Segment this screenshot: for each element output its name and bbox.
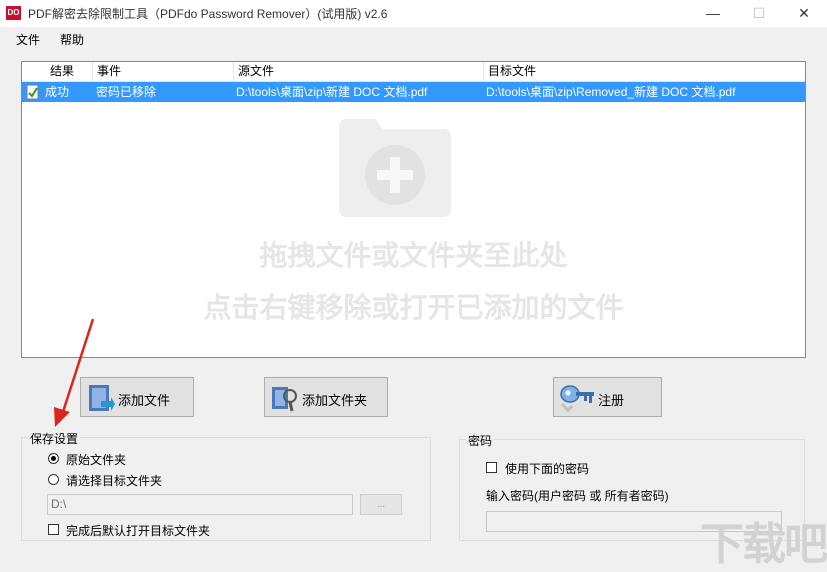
row-event: 密码已移除 [96,85,157,99]
row-source: D:\tools\桌面\zip\新建 DOC 文档.pdf [236,85,428,99]
file-list[interactable]: 结果 事件 源文件 目标文件 成功 密码已移除 D:\tools\桌面\zip\… [21,61,806,358]
add-folder-icon [272,387,297,412]
menu-bar [0,27,827,51]
row-status: 成功 [45,85,70,99]
column-header-target[interactable]: 目标文件 [484,62,805,81]
table-row[interactable]: 成功 密码已移除 D:\tools\桌面\zip\新建 DOC 文档.pdf D… [22,82,805,102]
register-button[interactable]: 注册 [553,377,662,417]
add-folder-button[interactable]: 添加文件夹 [264,377,388,417]
column-header-source[interactable]: 源文件 [234,62,484,81]
menu-help[interactable]: 帮助 [60,31,84,48]
use-password-checkbox[interactable] [486,462,497,473]
drop-hint-line-2: 点击右键移除或打开已添加的文件 [203,292,624,323]
register-label: 注册 [598,393,625,408]
radio-original-folder[interactable] [48,453,59,464]
row-target: D:\tools\桌面\zip\Removed_新建 DOC 文档.pdf [486,85,736,99]
menu-file[interactable]: 文件 [16,31,40,48]
success-doc-icon [26,84,39,100]
add-folder-label: 添加文件夹 [302,393,368,408]
key-icon [560,385,594,412]
password-title: 密码 [466,432,495,449]
maximize-button[interactable]: ☐ [736,0,782,27]
app-icon: DO [6,6,21,20]
target-folder-path: D:\ [47,494,353,515]
column-header-event[interactable]: 事件 [93,62,234,81]
column-header-result[interactable]: 结果 [46,62,93,81]
drop-hint-line-1: 拖拽文件或文件夹至此处 [259,240,568,271]
red-annotation-arrow [54,318,95,427]
radio-original-folder-label[interactable]: 原始文件夹 [66,451,126,468]
radio-select-folder[interactable] [48,474,59,485]
open-after-label[interactable]: 完成后默认打开目标文件夹 [66,522,210,539]
password-input-label: 输入密码(用户密码 或 所有者密码) [486,489,669,503]
add-folder-watermark-icon [339,119,451,217]
use-password-label[interactable]: 使用下面的密码 [505,460,589,477]
site-watermark: 下载吧 [700,520,827,569]
browse-button[interactable]: ... [360,494,402,515]
radio-select-folder-label[interactable]: 请选择目标文件夹 [66,472,162,489]
minimize-button[interactable]: — [690,0,736,27]
close-button[interactable]: ✕ [781,0,827,27]
window-title: PDF解密去除限制工具（PDFdo Password Remover）(试用版)… [28,7,388,21]
add-file-label: 添加文件 [118,393,171,408]
open-after-checkbox[interactable] [48,524,59,535]
